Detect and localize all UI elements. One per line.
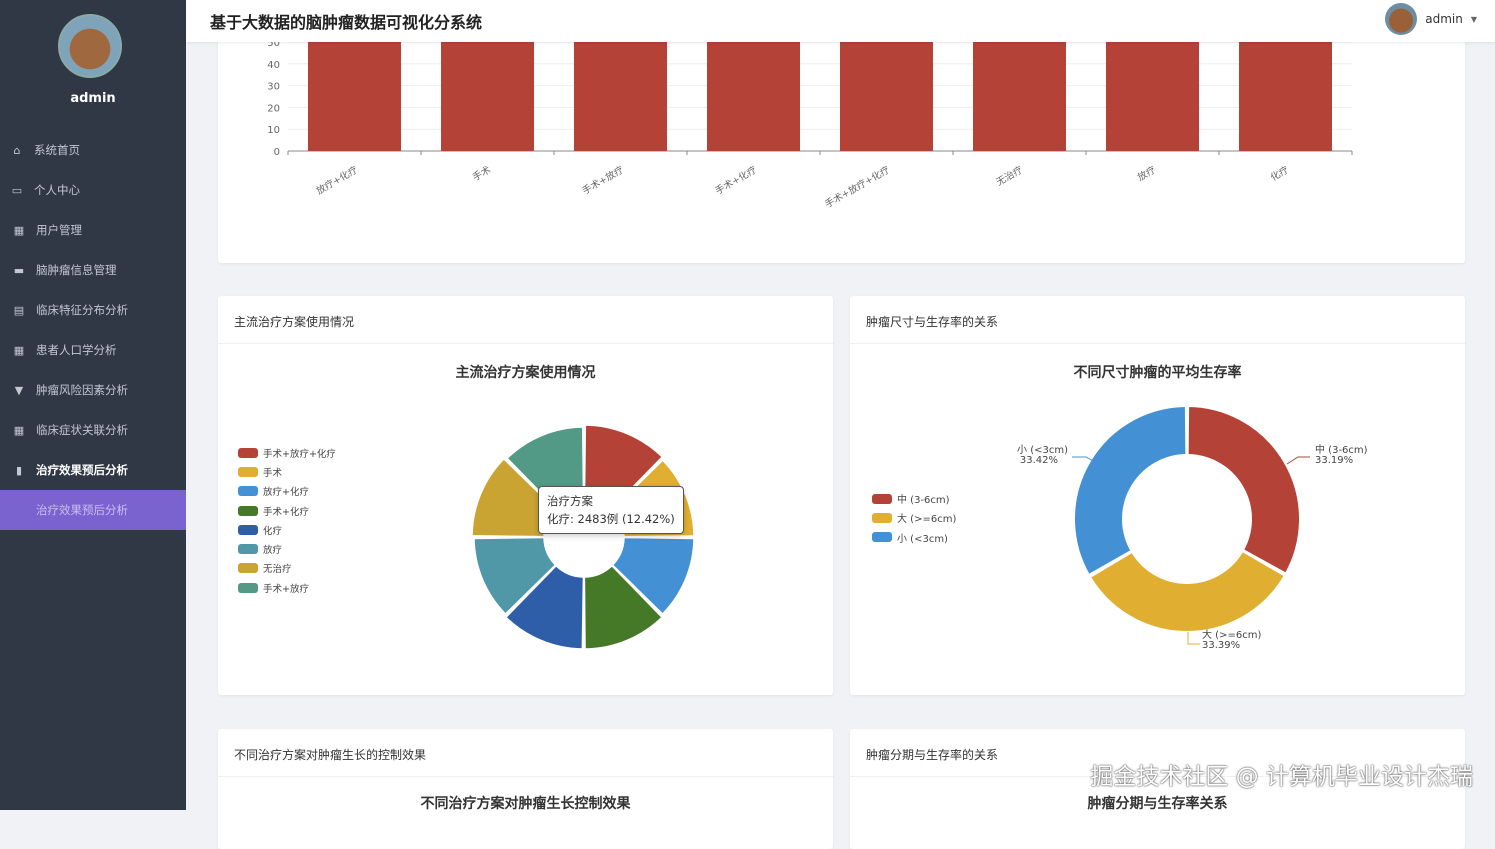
sidebar-menu: ⌂ 系统首页 ▭ 个人中心 ▦ 用户管理 ▬ 脑肿瘤信息管理 ▤ 临床特征分布分析 ▦ 患者人口学分析…	[0, 130, 186, 530]
bar	[707, 42, 800, 151]
slice-percent: 33.19%	[1315, 455, 1353, 466]
x-tick-label: 手术	[470, 163, 493, 183]
page-title: 基于大数据的脑肿瘤数据可视化分系统	[210, 9, 482, 33]
sidebar-item-7[interactable]: ▦ 临床症状关联分析	[0, 410, 186, 450]
avatar[interactable]	[58, 14, 122, 78]
slice-percent: 33.42%	[1020, 455, 1058, 466]
clipboard-icon: ▤	[12, 303, 26, 317]
sidebar-item-0[interactable]: ⌂ 系统首页	[0, 130, 186, 170]
x-tick-label: 放疗	[1135, 163, 1158, 183]
sidebar-item-3[interactable]: ▬ 脑肿瘤信息管理	[0, 250, 186, 290]
bar	[308, 42, 401, 151]
y-tick-label: 20	[267, 103, 280, 114]
donut-chart: 中 (3-6cm)33.19%大 (>=6cm)33.39%小 (<3cm)33…	[850, 296, 1465, 695]
sidebar-item-8[interactable]: ▮ 治疗效果预后分析	[0, 450, 186, 490]
bar-chart-card: 01020304050放疗+化疗手术手术+放疗手术+化疗手术+放疗+化疗无治疗放…	[218, 20, 1465, 263]
book-icon: ▮	[12, 463, 26, 477]
slice-percent: 33.39%	[1202, 640, 1240, 651]
treatment-usage-card: 主流治疗方案使用情况 主流治疗方案使用情况 手术+放疗+化疗手术放疗+化疗手术+…	[218, 296, 833, 695]
donut-slice	[1188, 406, 1300, 574]
brush-icon: ▼	[12, 383, 26, 397]
sidebar-item-label: 临床症状关联分析	[36, 422, 128, 438]
sidebar-item-label: 治疗效果预后分析	[36, 462, 128, 478]
header: 基于大数据的脑肿瘤数据可视化分系统 admin ▼	[186, 0, 1495, 42]
sidebar-item-label: 肿瘤风险因素分析	[36, 382, 128, 398]
x-tick-label: 放疗+化疗	[314, 163, 360, 197]
pie-chart	[218, 296, 833, 695]
donut-slice	[1074, 406, 1186, 575]
sidebar-item-label: 脑肿瘤信息管理	[36, 262, 117, 278]
growth-control-card: 不同治疗方案对肿瘤生长的控制效果 不同治疗方案对肿瘤生长控制效果	[218, 729, 833, 849]
sidebar-subitem-treatment-prognosis[interactable]: 治疗效果预后分析	[0, 490, 186, 530]
tooltip-value: 化疗: 2483例 (12.42%)	[547, 510, 675, 528]
bar	[1239, 42, 1332, 151]
avatar[interactable]	[1385, 3, 1417, 35]
sidebar-item-label: 临床特征分布分析	[36, 302, 128, 318]
bar	[574, 42, 667, 151]
caret-down-icon: ▼	[1471, 15, 1477, 24]
donut-slice	[1090, 551, 1285, 632]
bar	[1106, 42, 1199, 151]
y-tick-label: 40	[267, 60, 280, 71]
sidebar-item-label: 系统首页	[34, 142, 80, 158]
header-username: admin	[1425, 12, 1463, 26]
x-tick-label: 无治疗	[994, 163, 1025, 188]
label-line	[1188, 632, 1200, 644]
grid-icon: ▦	[12, 223, 26, 237]
card-title: 不同治疗方案对肿瘤生长的控制效果	[218, 729, 833, 777]
y-tick-label: 30	[267, 82, 280, 93]
watermark: 掘金技术社区 @ 计算机毕业设计杰瑞	[1090, 757, 1473, 791]
card-icon: ▭	[10, 183, 24, 197]
bar	[441, 42, 534, 151]
user-menu[interactable]: admin ▼	[1385, 3, 1477, 35]
bar	[840, 42, 933, 151]
sidebar-item-1[interactable]: ▭ 个人中心	[0, 170, 186, 210]
x-tick-label: 手术+放疗	[580, 163, 626, 197]
home-icon: ⌂	[10, 143, 24, 157]
size-survival-card: 肿瘤尺寸与生存率的关系 不同尺寸肿瘤的平均生存率 中 (3-6cm)大 (>=6…	[850, 296, 1465, 695]
sidebar-item-2[interactable]: ▦ 用户管理	[0, 210, 186, 250]
y-tick-label: 0	[274, 147, 280, 158]
grid-icon: ▦	[12, 423, 26, 437]
sidebar: admin ⌂ 系统首页 ▭ 个人中心 ▦ 用户管理 ▬ 脑肿瘤信息管理 ▤ 临床特征分布分析 ▦ 患…	[0, 0, 186, 810]
x-tick-label: 手术+化疗	[713, 163, 759, 197]
sidebar-item-5[interactable]: ▦ 患者人口学分析	[0, 330, 186, 370]
bar-chart: 01020304050放疗+化疗手术手术+放疗手术+化疗手术+放疗+化疗无治疗放…	[218, 20, 1465, 263]
sidebar-item-4[interactable]: ▤ 临床特征分布分析	[0, 290, 186, 330]
chart-title: 肿瘤分期与生存率关系	[850, 793, 1465, 813]
label-line	[1287, 457, 1310, 464]
briefcase-icon: ▬	[12, 263, 26, 277]
sidebar-item-label: 用户管理	[36, 222, 82, 238]
grid-icon: ▦	[12, 343, 26, 357]
y-tick-label: 10	[267, 125, 280, 136]
sidebar-item-label: 患者人口学分析	[36, 342, 117, 358]
chart-tooltip: 治疗方案 化疗: 2483例 (12.42%)	[538, 486, 684, 534]
sidebar-item-label: 个人中心	[34, 182, 80, 198]
sidebar-item-6[interactable]: ▼ 肿瘤风险因素分析	[0, 370, 186, 410]
sidebar-username: admin	[0, 91, 186, 106]
x-tick-label: 手术+放疗+化疗	[823, 163, 893, 210]
x-tick-label: 化疗	[1268, 163, 1291, 183]
tooltip-title: 治疗方案	[547, 492, 675, 510]
bar	[973, 42, 1066, 151]
chart-title: 不同治疗方案对肿瘤生长控制效果	[218, 793, 833, 813]
